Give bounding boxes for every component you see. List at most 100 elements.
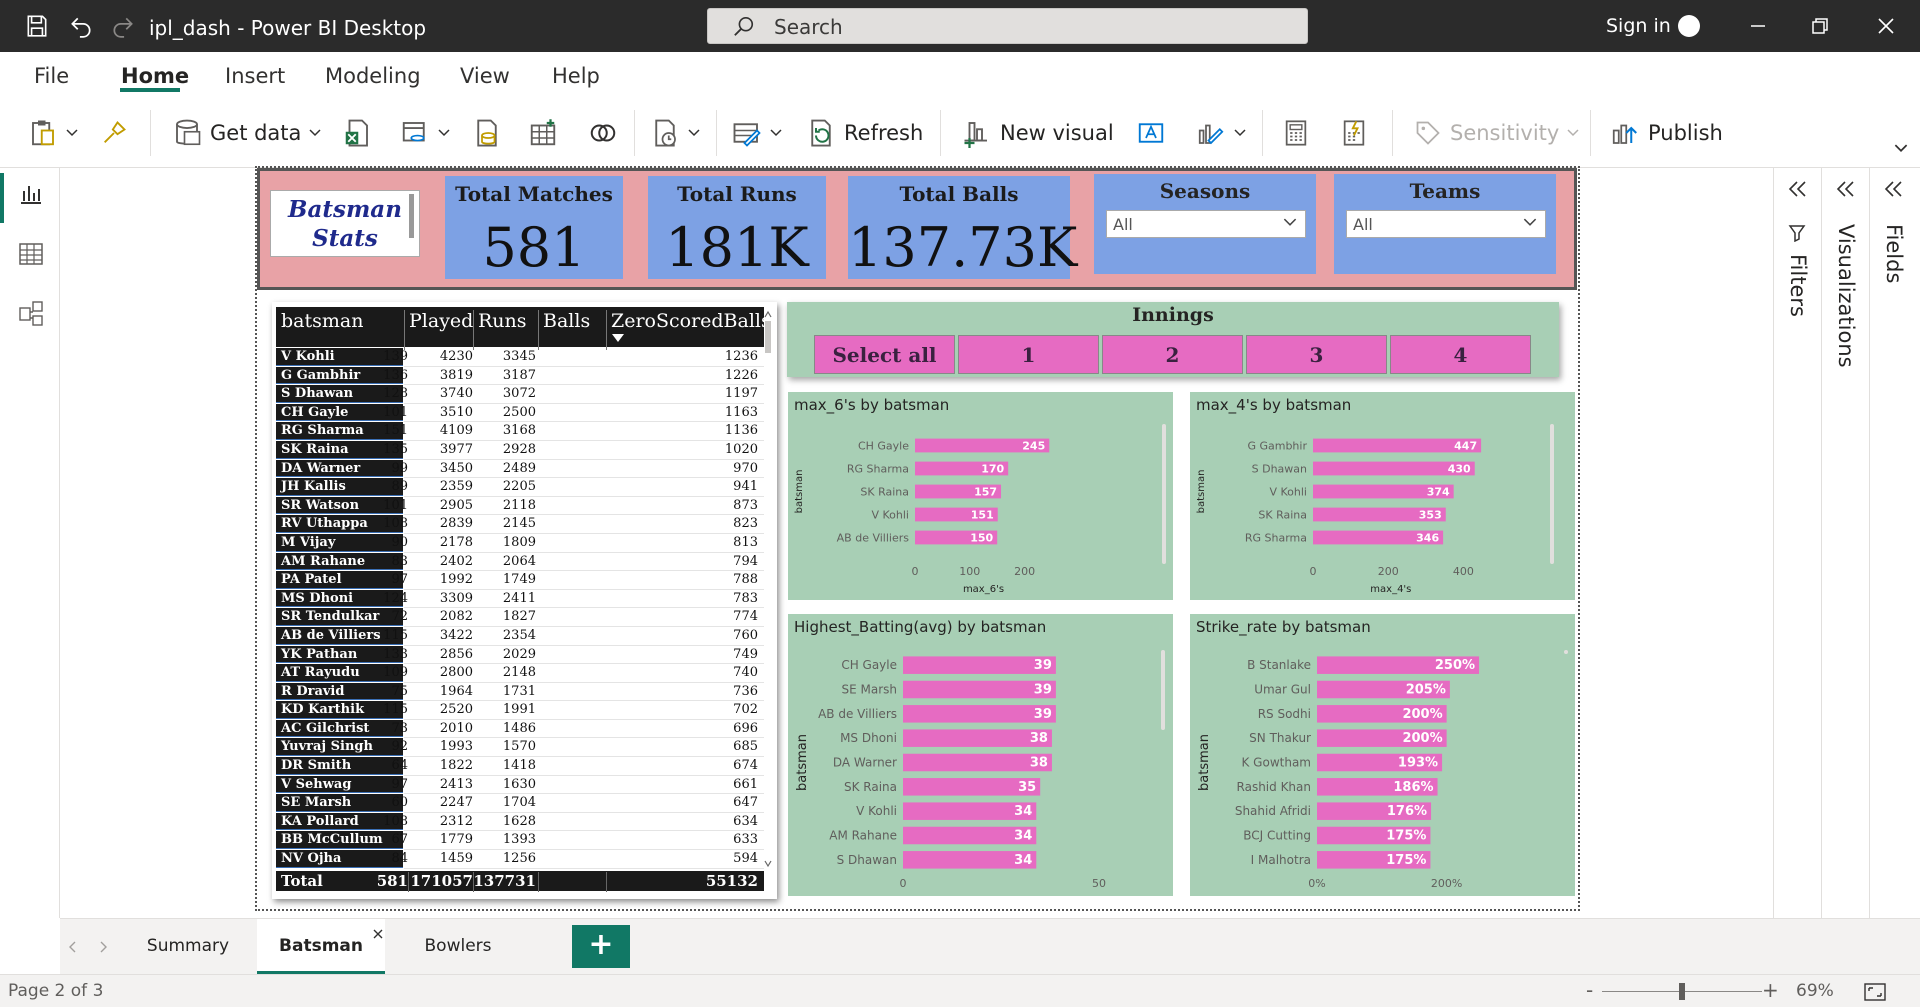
recent-sources-button[interactable]: [588, 116, 618, 150]
table-row[interactable]: JH Kallis 89 2359 2205 941: [276, 478, 764, 497]
report-view-icon[interactable]: [19, 183, 43, 205]
table-row[interactable]: SK Raina 135 3977 2928 1020: [276, 440, 764, 460]
table-row[interactable]: BB McCullum 67 1779 1393 633: [276, 831, 764, 851]
table-row[interactable]: KA Pollard 108 2312 1628 634: [276, 812, 764, 832]
edit-queries-button[interactable]: [732, 116, 782, 150]
teams-dropdown[interactable]: All: [1346, 210, 1546, 238]
sign-in-button[interactable]: Sign in: [1606, 15, 1671, 37]
column-header-balls[interactable]: Balls: [543, 310, 590, 332]
table-row[interactable]: AM Rahane 83 2402 2064 794: [276, 552, 764, 572]
redo-icon[interactable]: [110, 13, 136, 39]
new-measure-button[interactable]: [1282, 116, 1310, 150]
chart-scrollbar[interactable]: [1162, 424, 1166, 564]
chart-max6[interactable]: max_6's by batsman CH Gayle 245 RG Sharma 1…: [788, 392, 1173, 600]
sensitivity-button[interactable]: Sensitivity: [1414, 116, 1579, 150]
table-row[interactable]: Yuvraj Singh 92 1993 1570 685: [276, 738, 764, 758]
chevrons-left-icon[interactable]: [1884, 180, 1904, 198]
zoom-out-button[interactable]: -: [1586, 978, 1593, 1002]
table-row[interactable]: V Kohli 139 4230 3345 1236: [276, 348, 764, 367]
menu-home[interactable]: Home: [121, 64, 189, 88]
add-page-button[interactable]: +: [572, 925, 630, 968]
text-box-button[interactable]: [1136, 116, 1166, 150]
table-row[interactable]: SE Marsh 60 2247 1704 647: [276, 794, 764, 813]
column-header-zeroscoredballs[interactable]: ZeroScoredBalls: [611, 310, 771, 332]
table-row[interactable]: DA Warner 99 3450 2489 970: [276, 459, 764, 479]
filters-pane[interactable]: Filters: [1773, 168, 1821, 918]
close-icon[interactable]: [1874, 14, 1898, 38]
enter-data-button[interactable]: [528, 116, 558, 150]
dataverse-button[interactable]: [400, 116, 450, 150]
excel-button[interactable]: [342, 116, 372, 150]
seasons-dropdown[interactable]: All: [1106, 210, 1306, 238]
minimize-icon[interactable]: [1746, 14, 1770, 38]
table-row[interactable]: R Dravid 75 1964 1731 736: [276, 682, 764, 702]
table-row[interactable]: YK Pathan 133 2856 2029 749: [276, 645, 764, 665]
table-row[interactable]: NV Ojha 84 1459 1256 594: [276, 850, 764, 869]
table-view-icon[interactable]: [18, 242, 44, 266]
table-row[interactable]: SR Tendulkar 72 2082 1827 774: [276, 608, 764, 627]
chart-max4[interactable]: max_4's by batsman G Gambhir 447 S Dhawan 4…: [1190, 392, 1575, 600]
kpi-card-total-runs[interactable]: Total Runs 181K: [648, 176, 826, 279]
format-painter-button[interactable]: [100, 116, 128, 150]
table-scrollbar[interactable]: [764, 309, 772, 869]
innings-option-4[interactable]: 4: [1390, 335, 1531, 374]
table-row[interactable]: DR Smith 64 1822 1418 674: [276, 757, 764, 776]
column-header-runs[interactable]: Runs: [478, 310, 527, 332]
menu-modeling[interactable]: Modeling: [325, 64, 421, 88]
table-row[interactable]: CH Gayle 101 3510 2500 1163: [276, 403, 764, 423]
page-tab-summary[interactable]: Summary: [130, 919, 246, 975]
sql-server-button[interactable]: [472, 116, 502, 150]
tab-scroll-left-icon[interactable]: [68, 941, 76, 953]
chevrons-left-icon[interactable]: [1788, 180, 1808, 198]
kpi-card-total-matches[interactable]: Total Matches 581: [445, 176, 623, 279]
table-row[interactable]: M Vijay 90 2178 1809 813: [276, 533, 764, 553]
chart-scrollbar[interactable]: [1550, 424, 1554, 564]
zoom-slider[interactable]: [1602, 983, 1762, 1000]
tab-scroll-right-icon[interactable]: [100, 941, 108, 953]
innings-option-select-all[interactable]: Select all: [814, 335, 955, 374]
collapse-ribbon-icon[interactable]: [1894, 144, 1908, 153]
column-header-batsman[interactable]: batsman: [281, 310, 363, 332]
page-tab-bowlers[interactable]: Bowlers: [400, 919, 516, 975]
refresh-button[interactable]: Refresh: [806, 116, 923, 150]
table-row[interactable]: S Dhawan 128 3740 3072 1197: [276, 385, 764, 404]
visualizations-pane[interactable]: Visualizations: [1821, 168, 1869, 918]
innings-option-3[interactable]: 3: [1246, 335, 1387, 374]
avatar[interactable]: [1678, 15, 1700, 37]
table-row[interactable]: AT Rayudu 109 2800 2148 740: [276, 664, 764, 683]
chart-scrollbar[interactable]: [1161, 650, 1165, 730]
table-row[interactable]: AC Gilchrist 73 2010 1486 696: [276, 719, 764, 739]
menu-file[interactable]: File: [34, 64, 69, 88]
title-card-scrollbar[interactable]: [409, 194, 414, 238]
innings-option-2[interactable]: 2: [1102, 335, 1243, 374]
page-tab-batsman[interactable]: Batsman: [257, 919, 385, 975]
chevrons-left-icon[interactable]: [1836, 180, 1856, 198]
model-view-icon[interactable]: [18, 300, 44, 328]
restore-icon[interactable]: [1808, 14, 1832, 38]
search-box[interactable]: Search: [707, 8, 1308, 44]
table-row[interactable]: RV Uthappa 108 2839 2145 823: [276, 515, 764, 534]
table-row[interactable]: KD Karthik 115 2520 1991 702: [276, 701, 764, 720]
table-row[interactable]: MS Dhoni 124 3309 2411 783: [276, 589, 764, 609]
table-row[interactable]: V Sehwag 97 2413 1630 661: [276, 775, 764, 795]
column-header-played[interactable]: Played: [409, 310, 473, 332]
table-row[interactable]: G Gambhir 136 3819 3187 1226: [276, 366, 764, 386]
table-row[interactable]: RG Sharma 151 4109 3168 1136: [276, 422, 764, 441]
get-data-button[interactable]: Get data: [172, 116, 321, 150]
menu-insert[interactable]: Insert: [225, 64, 285, 88]
chart-scrollbar[interactable]: [1564, 650, 1568, 654]
publish-button[interactable]: Publish: [1610, 116, 1723, 150]
new-visual-button[interactable]: New visual: [962, 116, 1114, 150]
fit-to-page-icon[interactable]: [1864, 983, 1886, 1001]
chart-strike-rate[interactable]: Strike_rate by batsman B Stanlake 250% Uma…: [1190, 614, 1575, 896]
innings-option-1[interactable]: 1: [958, 335, 1099, 374]
menu-view[interactable]: View: [460, 64, 510, 88]
undo-icon[interactable]: [68, 13, 94, 39]
fields-pane[interactable]: Fields: [1869, 168, 1920, 918]
table-row[interactable]: SR Watson 101 2905 2118 873: [276, 496, 764, 516]
more-visuals-button[interactable]: [1196, 116, 1246, 150]
quick-measure-button[interactable]: [1340, 116, 1368, 150]
menu-help[interactable]: Help: [552, 64, 600, 88]
close-tab-icon[interactable]: [373, 929, 383, 939]
transform-data-button[interactable]: [650, 116, 700, 150]
